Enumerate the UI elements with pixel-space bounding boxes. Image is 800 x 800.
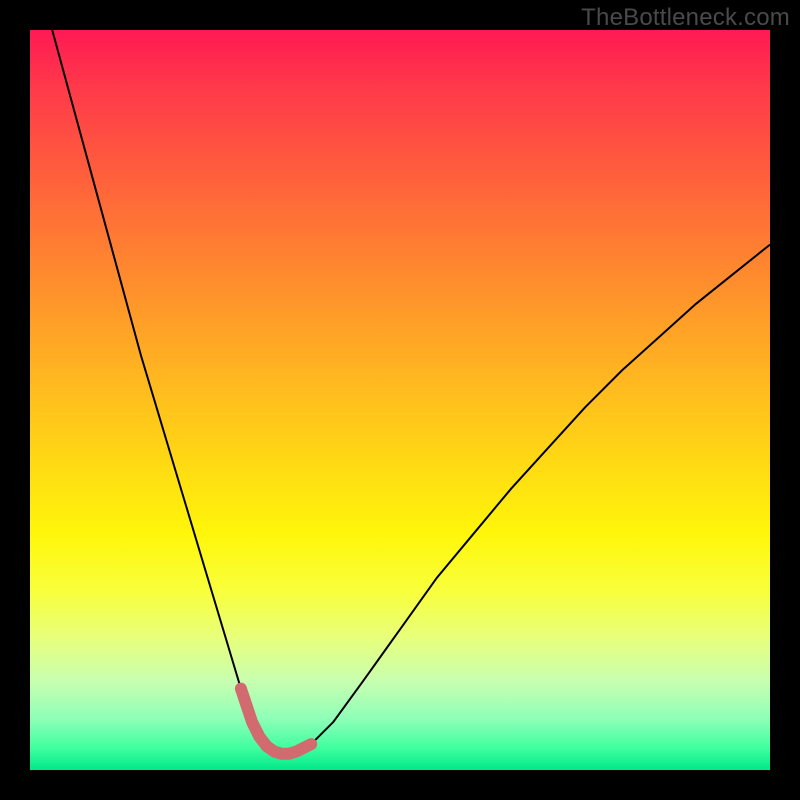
chart-frame: TheBottleneck.com	[0, 0, 800, 800]
bottleneck-curve	[52, 30, 770, 754]
optimal-zone-marker	[241, 689, 311, 754]
watermark-text: TheBottleneck.com	[581, 4, 790, 32]
curve-svg	[30, 30, 770, 770]
plot-area	[30, 30, 770, 770]
